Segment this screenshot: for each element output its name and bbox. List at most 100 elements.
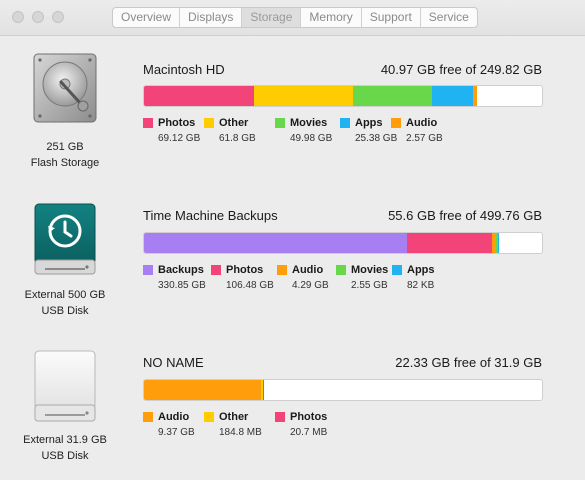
legend-swatch <box>336 265 346 275</box>
usage-segment-photos <box>263 380 265 400</box>
time-machine-icon <box>31 202 99 283</box>
legend-size: 82 KB <box>407 280 435 291</box>
legend-swatch <box>392 265 402 275</box>
window-titlebar: Overview Displays Storage Memory Support… <box>0 0 585 36</box>
usage-segment-apps <box>432 86 473 106</box>
tab-overview[interactable]: Overview <box>113 8 181 27</box>
volume-free-space: 55.6 GB free of 499.76 GB <box>388 208 542 223</box>
usage-segment-movies <box>352 86 433 106</box>
legend-item-backups: Backups 330.85 GB <box>143 264 206 292</box>
legend-size: 20.7 MB <box>290 427 328 438</box>
legend-item-audio: Audio 4.29 GB <box>277 264 329 292</box>
legend-size: 61.8 GB <box>219 133 256 144</box>
drive-row: External 31.9 GB USB Disk NO NAME 22.33 … <box>0 335 585 480</box>
close-button[interactable] <box>12 11 24 23</box>
legend-swatch <box>143 265 153 275</box>
drive-row: External 500 GB USB Disk Time Machine Ba… <box>0 185 585 335</box>
legend-swatch <box>211 265 221 275</box>
drive-caption: External 500 GB USB Disk <box>0 287 130 319</box>
legend-item-other: Other 184.8 MB <box>204 411 262 439</box>
tab-displays[interactable]: Displays <box>180 8 243 27</box>
legend-swatch <box>277 265 287 275</box>
legend-label: Audio <box>292 264 324 276</box>
legend-item-audio: Audio 9.37 GB <box>143 411 195 439</box>
legend-item-photos: Photos 69.12 GB <box>143 117 200 145</box>
legend-size: 330.85 GB <box>158 280 206 291</box>
legend-size: 2.57 GB <box>406 133 443 144</box>
legend-size: 69.12 GB <box>158 133 201 144</box>
usage-segment-other <box>254 86 353 106</box>
volume-name: Macintosh HD <box>143 62 225 77</box>
legend-item-movies: Movies 49.98 GB <box>275 117 332 145</box>
drive-row: 251 GB Flash Storage Macintosh HD 40.97 … <box>0 37 585 185</box>
legend-label: Other <box>219 411 249 423</box>
legend-size: 9.37 GB <box>158 427 195 438</box>
usage-segment-audio <box>472 86 477 106</box>
usage-segment-apps <box>497 233 499 253</box>
tab-storage[interactable]: Storage <box>242 8 302 27</box>
legend-item-audio: Audio 2.57 GB <box>391 117 443 145</box>
legend-label: Photos <box>158 117 196 129</box>
legend-item-movies: Movies 2.55 GB <box>336 264 388 292</box>
volume-name: Time Machine Backups <box>143 208 278 223</box>
usage-segment-photos <box>407 233 493 253</box>
usage-segment-photos <box>144 86 255 106</box>
drive-capacity: External 500 GB <box>24 289 106 301</box>
usage-bar <box>143 379 543 401</box>
legend-size: 106.48 GB <box>226 280 274 291</box>
usage-legend: Audio 9.37 GB Other 184.8 MB Photos 20.7 MB <box>143 411 543 443</box>
volume-free-space: 40.97 GB free of 249.82 GB <box>380 62 542 77</box>
usage-segment-backups <box>144 233 408 253</box>
legend-swatch <box>340 118 350 128</box>
legend-label: Apps <box>407 264 435 276</box>
usage-legend: Photos 69.12 GB Other 61.8 GB Movies 49.98 GB… <box>143 117 543 149</box>
drive-type: Flash Storage <box>30 157 100 169</box>
minimize-button[interactable] <box>32 11 44 23</box>
legend-item-photos: Photos 106.48 GB <box>211 264 274 292</box>
legend-swatch <box>143 412 153 422</box>
volume-name: NO NAME <box>143 355 204 370</box>
tab-bar: Overview Displays Storage Memory Support… <box>112 7 478 28</box>
legend-label: Other <box>219 117 249 129</box>
legend-item-photos: Photos 20.7 MB <box>275 411 327 439</box>
legend-swatch <box>204 118 214 128</box>
legend-item-apps: Apps 82 KB <box>392 264 435 292</box>
legend-size: 2.55 GB <box>351 280 388 291</box>
tab-service[interactable]: Service <box>421 8 477 27</box>
legend-size: 184.8 MB <box>219 427 262 438</box>
storage-panel: 251 GB Flash Storage Macintosh HD 40.97 … <box>0 37 585 480</box>
usage-legend: Backups 330.85 GB Photos 106.48 GB Audio 4.29… <box>143 264 543 296</box>
legend-item-apps: Apps 25.38 GB <box>340 117 397 145</box>
volume-free-space: 22.33 GB free of 31.9 GB <box>395 355 542 370</box>
legend-label: Photos <box>226 264 264 276</box>
hard-drive-icon <box>31 52 99 133</box>
legend-swatch <box>391 118 401 128</box>
tab-memory[interactable]: Memory <box>301 8 362 27</box>
drive-capacity: External 31.9 GB <box>23 434 107 446</box>
legend-label: Apps <box>355 117 383 129</box>
legend-size: 49.98 GB <box>290 133 333 144</box>
legend-label: Movies <box>290 117 328 129</box>
external-drive-icon <box>31 349 99 430</box>
drive-caption: 251 GB Flash Storage <box>0 139 130 171</box>
drive-type: USB Disk <box>41 450 89 462</box>
legend-swatch <box>204 412 214 422</box>
usage-bar <box>143 85 543 107</box>
legend-label: Audio <box>158 411 190 423</box>
legend-swatch <box>275 412 285 422</box>
legend-size: 4.29 GB <box>292 280 329 291</box>
usage-segment-audio <box>144 380 261 400</box>
legend-label: Photos <box>290 411 328 423</box>
legend-swatch <box>275 118 285 128</box>
tab-support[interactable]: Support <box>362 8 421 27</box>
legend-label: Movies <box>351 264 389 276</box>
legend-item-other: Other 61.8 GB <box>204 117 256 145</box>
usage-bar <box>143 232 543 254</box>
legend-swatch <box>143 118 153 128</box>
zoom-button[interactable] <box>52 11 64 23</box>
legend-label: Backups <box>158 264 204 276</box>
drive-capacity: 251 GB <box>46 141 84 153</box>
legend-label: Audio <box>406 117 438 129</box>
drive-type: USB Disk <box>41 305 89 317</box>
drive-caption: External 31.9 GB USB Disk <box>0 432 130 464</box>
